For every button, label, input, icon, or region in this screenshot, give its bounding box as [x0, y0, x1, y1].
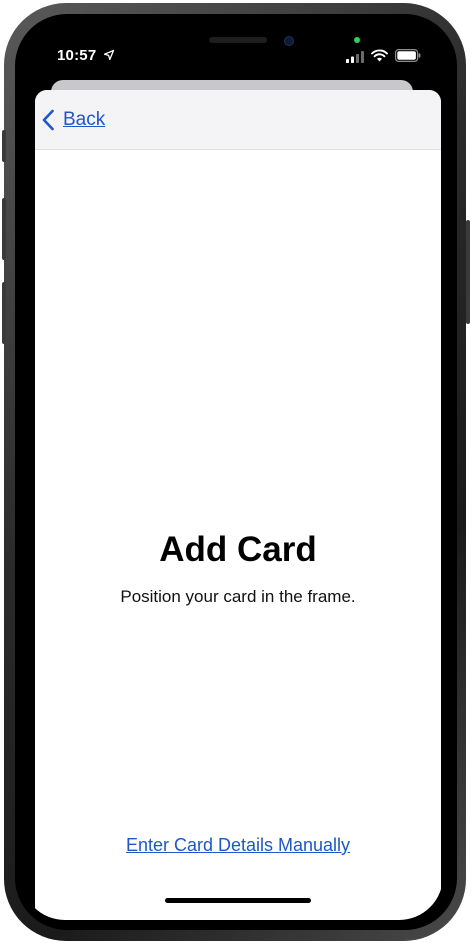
front-camera — [284, 36, 294, 46]
chevron-left-icon — [42, 109, 54, 131]
location-arrow-icon — [104, 50, 114, 60]
page: 10:57 Back Add Card Position your card i… — [0, 0, 474, 945]
back-button-label: Back — [63, 109, 106, 130]
page-title: Add Card — [159, 530, 317, 569]
navigation-bar: Back — [35, 90, 441, 150]
privacy-indicator-dot — [354, 37, 360, 43]
add-card-sheet: Back Add Card Position your card in the … — [35, 90, 441, 920]
notch-speaker — [209, 37, 267, 43]
phone-screen: 10:57 Back Add Card Position your card i… — [21, 20, 443, 920]
mute-switch — [2, 130, 6, 162]
volume-up-button — [2, 198, 6, 260]
back-button[interactable]: Back — [41, 106, 105, 134]
status-bar: 10:57 — [21, 20, 443, 82]
instruction-text: Position your card in the frame. — [120, 587, 356, 606]
status-time: 10:57 — [57, 47, 97, 64]
home-indicator[interactable] — [165, 898, 311, 903]
power-button — [466, 220, 470, 324]
volume-down-button — [2, 282, 6, 344]
battery-icon — [395, 49, 421, 62]
enter-card-details-manually-link[interactable]: Enter Card Details Manually — [35, 835, 441, 856]
wifi-icon — [371, 49, 388, 62]
cellular-signal-icon — [346, 51, 364, 63]
